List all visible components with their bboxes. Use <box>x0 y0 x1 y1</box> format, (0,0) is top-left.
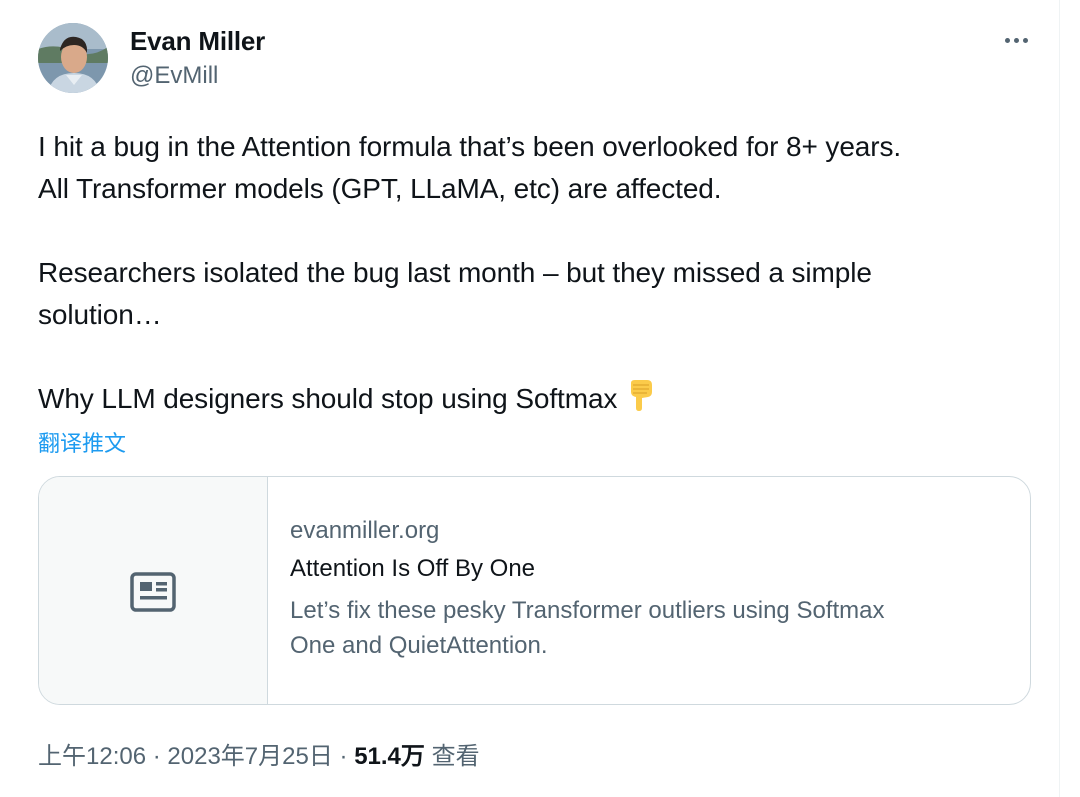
pointing-down-emoji-icon <box>625 379 655 423</box>
link-card-title: Attention Is Off By One <box>290 555 536 582</box>
article-icon <box>130 571 176 612</box>
tweet-text-line: Researchers isolated the bug last month … <box>38 257 872 288</box>
link-card-description-line: Let’s fix these pesky Transformer outlie… <box>290 597 885 624</box>
views-label: 查看 <box>431 743 480 770</box>
avatar[interactable] <box>38 23 108 93</box>
meta-separator: · <box>152 743 161 770</box>
link-card-body: evanmiller.org Attention Is Off By One L… <box>290 517 1010 663</box>
tweet-text-line: Why LLM designers should stop using Soft… <box>38 383 618 414</box>
tweet-date[interactable]: 2023年7月25日 <box>167 743 332 770</box>
tweet-meta: 上午12:06 · 2023年7月25日 · 51.4万 查看 <box>38 736 480 771</box>
translate-tweet-link[interactable]: 翻译推文 <box>38 426 126 458</box>
link-card-thumbnail <box>39 477 268 704</box>
link-card-description-line: One and QuietAttention. <box>290 632 548 659</box>
more-dot-icon <box>1004 37 1010 43</box>
more-dot-icon <box>1022 37 1028 43</box>
author-name[interactable]: Evan Miller <box>130 26 265 57</box>
views-count[interactable]: 51.4万 <box>354 743 425 770</box>
meta-separator: · <box>339 743 348 770</box>
author-handle[interactable]: @EvMill <box>130 62 218 90</box>
tweet-time[interactable]: 上午12:06 <box>38 743 146 770</box>
link-card-domain: evanmiller.org <box>290 517 440 544</box>
more-dot-icon <box>1013 37 1019 43</box>
tweet-text-line: solution… <box>38 299 162 330</box>
tweet-text-line: I hit a bug in the Attention formula tha… <box>38 131 902 162</box>
link-card-description: Let’s fix these pesky Transformer outlie… <box>290 593 1010 663</box>
tweet: Evan Miller @EvMill I hit a bug in the A… <box>0 0 1060 797</box>
tweet-text-last-line: Why LLM designers should stop using Soft… <box>38 378 1038 420</box>
more-options-button[interactable] <box>996 26 1036 54</box>
avatar-photo <box>38 23 108 93</box>
tweet-text: I hit a bug in the Attention formula tha… <box>38 126 1038 420</box>
tweet-text-line: All Transformer models (GPT, LLaMA, etc)… <box>38 173 722 204</box>
link-card[interactable]: evanmiller.org Attention Is Off By One L… <box>38 476 1031 705</box>
